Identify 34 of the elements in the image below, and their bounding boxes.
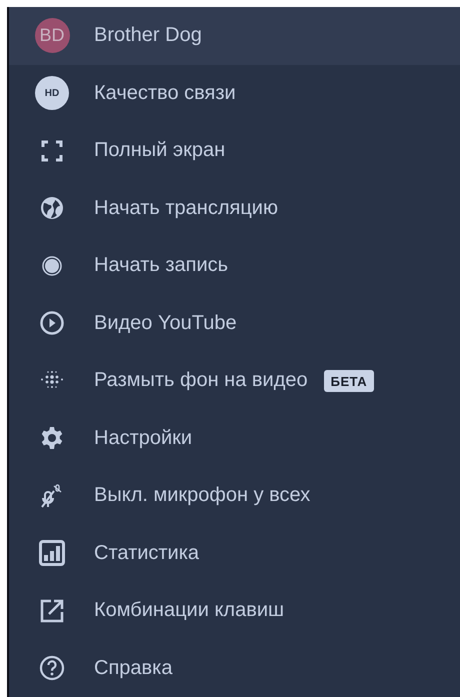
menu-item-label: Качество связи [94, 82, 236, 105]
play-circle-icon [39, 310, 65, 336]
menu-item-label: Справка [94, 656, 172, 680]
user-avatar: BD [34, 18, 70, 54]
globe-icon [39, 195, 65, 222]
menu-item[interactable]: Начать запись [9, 237, 460, 294]
menu-item-label: Выкл. микрофон у всех [94, 484, 310, 508]
menu-item[interactable]: HD Качество связи [9, 64, 460, 122]
menu-item-label: Начать трансляцию [94, 196, 278, 220]
menu-item-label: Настройки [94, 426, 192, 450]
menu-item[interactable]: BD Brother Dog [9, 7, 460, 64]
help-icon [39, 655, 65, 682]
menu-item-label: Статистика [94, 542, 200, 565]
menu-item[interactable]: Статистика [9, 524, 460, 582]
menu-item[interactable]: Размыть фон на видео БЕТА [9, 352, 460, 410]
hd-icon: HD [35, 76, 69, 110]
settings-icon [39, 425, 65, 452]
bar-chart-icon [39, 540, 65, 566]
menu-item[interactable]: Настройки [9, 410, 460, 467]
menu-item-label: Brother Dog [94, 24, 202, 48]
menu-item[interactable]: Видео YouTube [9, 294, 460, 352]
fullscreen-icon [39, 138, 65, 164]
menu-item[interactable]: Полный экран [9, 122, 460, 180]
menu-item-label: Полный экран [94, 139, 226, 162]
external-link-icon [39, 598, 65, 624]
menu-item-label: Начать запись [94, 254, 228, 278]
menu-item[interactable]: Начать трансляцию [9, 180, 460, 237]
menu-item-label: Размыть фон на видео [94, 369, 308, 392]
beta-badge: БЕТА [324, 370, 374, 392]
menu-item[interactable]: Справка [9, 640, 460, 697]
menu-item[interactable]: Комбинации клавиш [9, 582, 460, 640]
menu-item[interactable]: Выкл. микрофон у всех [9, 467, 460, 524]
menu-item-label: Видео YouTube [94, 312, 237, 335]
menu-item-label: Комбинации клавиш [94, 599, 284, 622]
